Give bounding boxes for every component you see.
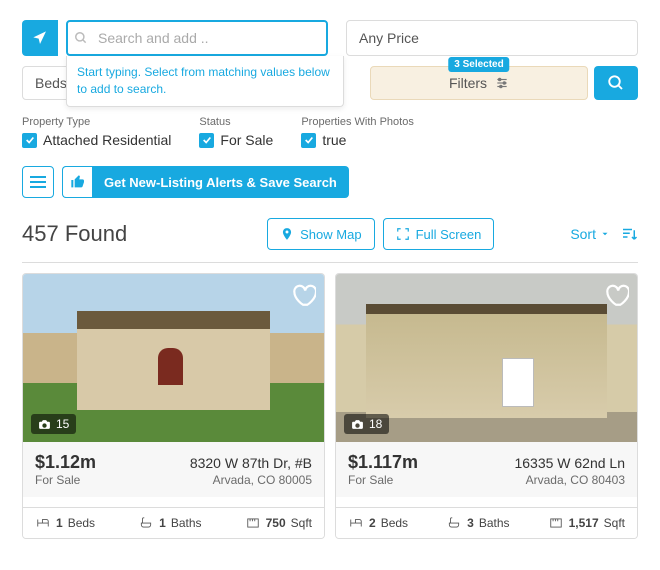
listing-price: $1.12m xyxy=(35,452,96,473)
save-search-button[interactable]: Get New-Listing Alerts & Save Search xyxy=(62,166,349,198)
listing-status: For Sale xyxy=(348,473,393,487)
menu-button[interactable] xyxy=(22,166,54,198)
caret-down-icon xyxy=(600,229,610,239)
listing-beds: 1Beds xyxy=(35,516,95,530)
sliders-icon xyxy=(495,76,509,90)
filter-value-photos: true xyxy=(322,132,346,148)
save-search-label: Get New-Listing Alerts & Save Search xyxy=(92,175,349,190)
listing-price: $1.117m xyxy=(348,452,418,473)
thumbs-up-icon xyxy=(62,166,92,198)
photo-count-value: 15 xyxy=(56,417,69,431)
listing-photo: 15 xyxy=(23,274,324,442)
locate-button[interactable] xyxy=(22,20,58,56)
hamburger-icon xyxy=(30,176,46,178)
sort-select[interactable]: Sort xyxy=(570,225,638,243)
heart-icon xyxy=(603,282,629,308)
search-icon xyxy=(607,74,625,92)
full-screen-button[interactable]: Full Screen xyxy=(383,218,495,250)
listing-address-line2: Arvada, CO 80005 xyxy=(213,473,312,487)
listing-status: For Sale xyxy=(35,473,80,487)
listing-baths: 3Baths xyxy=(446,516,509,530)
listing-sqft: 750Sqft xyxy=(245,516,312,530)
price-select[interactable]: Any Price xyxy=(346,20,638,56)
photo-count: 15 xyxy=(31,414,76,434)
listing-address-line1: 16335 W 62nd Ln xyxy=(514,455,625,471)
camera-icon xyxy=(38,418,51,431)
bed-icon xyxy=(348,516,364,530)
camera-icon xyxy=(351,418,364,431)
heart-icon xyxy=(290,282,316,308)
bath-icon xyxy=(446,516,462,530)
full-screen-label: Full Screen xyxy=(416,227,482,242)
sort-label: Sort xyxy=(570,226,596,242)
listing-photo: 18 xyxy=(336,274,637,442)
filter-label-status: Status xyxy=(199,116,273,128)
fullscreen-icon xyxy=(396,227,410,241)
filter-label-photos: Properties With Photos xyxy=(301,116,414,128)
checkbox-status[interactable] xyxy=(199,133,214,148)
listing-card[interactable]: 18 $1.117m 16335 W 62nd Ln For Sale Arva… xyxy=(335,273,638,539)
map-pin-icon xyxy=(280,227,294,241)
ruler-icon xyxy=(548,516,564,530)
favorite-button[interactable] xyxy=(290,282,316,308)
filters-label: Filters xyxy=(449,75,487,91)
search-submit-button[interactable] xyxy=(594,66,638,100)
listing-sqft: 1,517Sqft xyxy=(548,516,625,530)
location-arrow-icon xyxy=(32,30,48,46)
photo-count: 18 xyxy=(344,414,389,434)
checkbox-property-type[interactable] xyxy=(22,133,37,148)
filters-badge: 3 Selected xyxy=(448,57,509,72)
ruler-icon xyxy=(245,516,261,530)
bath-icon xyxy=(138,516,154,530)
filter-label-property-type: Property Type xyxy=(22,116,171,128)
results-count: 457 Found xyxy=(22,221,127,247)
filter-value-status: For Sale xyxy=(220,132,273,148)
checkbox-photos[interactable] xyxy=(301,133,316,148)
search-hint-dropdown: Start typing. Select from matching value… xyxy=(66,56,344,107)
bed-icon xyxy=(35,516,51,530)
divider xyxy=(22,262,638,263)
photo-count-value: 18 xyxy=(369,417,382,431)
filter-value-property-type: Attached Residential xyxy=(43,132,171,148)
favorite-button[interactable] xyxy=(603,282,629,308)
show-map-button[interactable]: Show Map xyxy=(267,218,374,250)
listing-card[interactable]: 15 $1.12m 8320 W 87th Dr, #B For Sale Ar… xyxy=(22,273,325,539)
listing-address-line2: Arvada, CO 80403 xyxy=(526,473,625,487)
show-map-label: Show Map xyxy=(300,227,361,242)
filters-button[interactable]: 3 Selected Filters xyxy=(370,66,588,100)
listing-address-line1: 8320 W 87th Dr, #B xyxy=(190,455,312,471)
search-input[interactable] xyxy=(66,20,328,56)
listing-baths: 1Baths xyxy=(138,516,201,530)
search-icon xyxy=(74,31,88,45)
sort-order-icon[interactable] xyxy=(620,225,638,243)
listing-beds: 2Beds xyxy=(348,516,408,530)
